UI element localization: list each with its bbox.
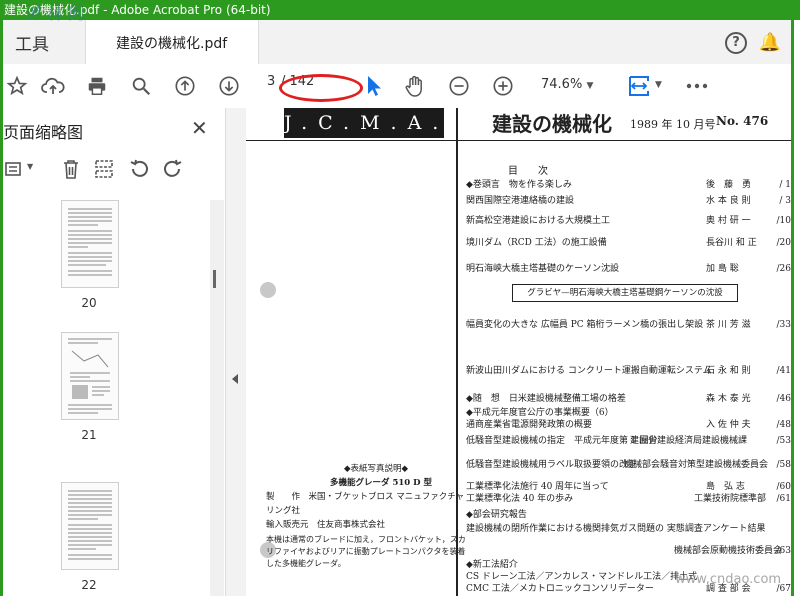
zoom-select[interactable]: 74.6% ▼: [541, 77, 593, 92]
watermark-logo: 道 林 网: [26, 4, 85, 23]
jcma-badge: J.C.M.A.: [284, 108, 444, 138]
main-toolbar: 3/ 142 74.6% ▼ ▼: [3, 64, 791, 109]
chevron-down-icon: ▼: [586, 81, 594, 91]
tab-bar: 工具 建設の機械化.pdf ? 🔔: [3, 20, 791, 65]
cover-body: 本機は通常のブレードに加え，フロントバケット，スカリファイヤおよびリアに振動プレ…: [266, 535, 466, 568]
options-chevron-icon[interactable]: ▼: [27, 162, 33, 171]
cover-model: 多機能グレーダ 510 D 型: [330, 478, 432, 488]
thumbnail-page-21[interactable]: [61, 332, 119, 420]
star-icon[interactable]: [3, 72, 31, 100]
more-icon[interactable]: [683, 72, 711, 100]
thumbnail-label: 20: [81, 296, 97, 310]
tab-tools[interactable]: 工具: [15, 30, 49, 55]
gravure-box: グラビヤ—明石海峡大橋主塔基礎鋼ケーソンの沈設: [512, 284, 738, 302]
fit-page-icon[interactable]: [625, 72, 653, 100]
tab-document-label: 建設の機械化.pdf: [116, 36, 228, 52]
zoom-out-icon[interactable]: [445, 72, 473, 100]
bell-icon[interactable]: 🔔: [759, 32, 781, 53]
magazine-title: 建設の機械化: [492, 112, 612, 136]
page-up-icon[interactable]: [171, 72, 199, 100]
cover-description: ◆表紙写真説明◆ 多機能グレーダ 510 D 型 製 作 米国・ブケットブロス …: [266, 462, 466, 570]
tab-document[interactable]: 建設の機械化.pdf: [85, 20, 259, 64]
help-icon[interactable]: ?: [725, 32, 747, 54]
print-icon[interactable]: [83, 72, 111, 100]
scrollbar-thumb[interactable]: [213, 270, 216, 288]
close-icon[interactable]: ✕: [191, 116, 208, 140]
watermark-url: www.cndao.com: [675, 572, 782, 587]
issue-number: No. 476: [716, 114, 769, 128]
issue-date: 1989 年 10 月号: [630, 118, 716, 131]
rotate-right-icon[interactable]: [161, 158, 183, 180]
cover-maker-row: 製 作 米国・ブケットブロス マニュファクチャリング社: [266, 492, 465, 516]
chevron-left-icon: [232, 374, 238, 384]
annotation-circle: [279, 74, 363, 102]
zoom-in-icon[interactable]: [489, 72, 517, 100]
cover-heading: ◆表紙写真説明◆: [343, 464, 409, 474]
zoom-value: 74.6%: [541, 77, 583, 92]
extract-pages-icon[interactable]: [93, 158, 115, 180]
panel-toolbar: ▼: [3, 152, 225, 186]
thumbnail-list: 20 21 22: [3, 200, 208, 596]
cover-importer-row: 輸入販売元 住友商事株式会社: [266, 520, 386, 530]
thumbnail-label: 22: [81, 578, 97, 592]
binder-hole: [260, 282, 276, 298]
panel-title: 页面缩略图: [3, 123, 84, 142]
thumbnail-page-22[interactable]: [61, 482, 119, 570]
header-rule: [246, 140, 791, 141]
thumbnail-panel: 页面缩略图 ✕ ▼ 20 21 22: [3, 108, 226, 596]
panel-collapse-handle[interactable]: [226, 108, 246, 596]
panel-scrollbar[interactable]: [210, 200, 224, 596]
cloud-upload-icon[interactable]: [39, 72, 67, 100]
toc-heading: 目 次: [508, 166, 548, 177]
fit-chevron-icon[interactable]: ▼: [655, 80, 662, 90]
document-page: J.C.M.A. 建設の機械化 1989 年 10 月号 No. 476 目 次…: [246, 108, 791, 596]
page-down-icon[interactable]: [215, 72, 243, 100]
rotate-left-icon[interactable]: [129, 158, 151, 180]
trash-icon[interactable]: [61, 158, 81, 180]
pointer-icon[interactable]: [359, 72, 387, 100]
hand-icon[interactable]: [401, 72, 429, 100]
thumbnail-label: 21: [81, 428, 97, 442]
search-icon[interactable]: [127, 72, 155, 100]
options-icon[interactable]: [5, 160, 23, 178]
thumbnail-page-20[interactable]: [61, 200, 119, 288]
